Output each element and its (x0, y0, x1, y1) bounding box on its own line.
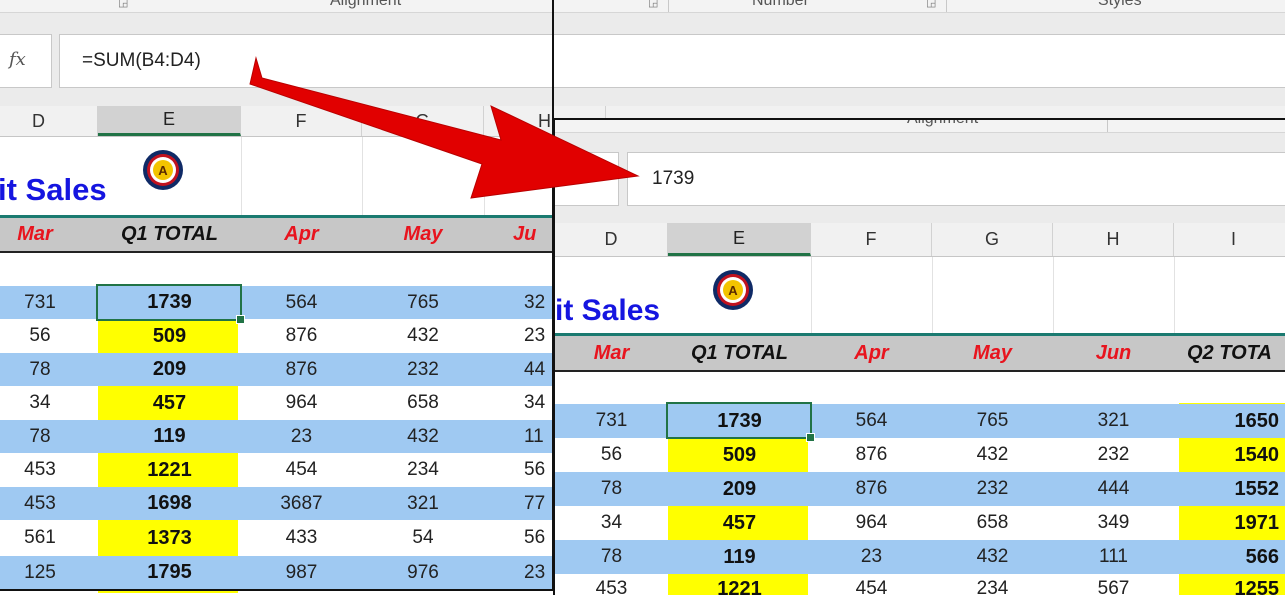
red-arrow-icon (249, 56, 640, 199)
